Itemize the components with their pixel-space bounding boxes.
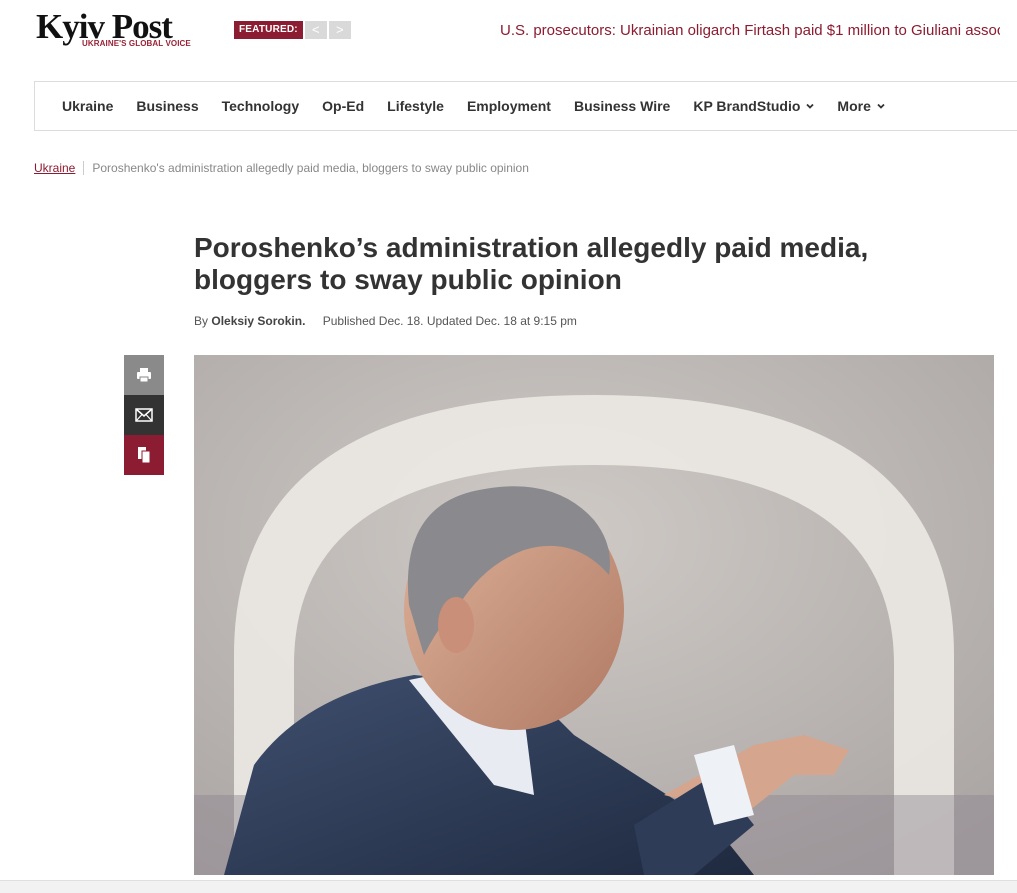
nav-item-technology[interactable]: Technology xyxy=(222,98,300,114)
byline: By Oleksiy Sorokin. Published Dec. 18. U… xyxy=(194,314,577,328)
featured-next-button[interactable]: > xyxy=(328,21,351,39)
publish-date: Published Dec. 18. Updated Dec. 18 at 9:… xyxy=(322,314,577,328)
window-bottom-edge xyxy=(0,880,1017,893)
nav-item-kp-brandstudio[interactable]: KP BrandStudio xyxy=(693,98,815,114)
byline-prefix: By xyxy=(194,314,209,328)
nav-item-label: KP BrandStudio xyxy=(693,98,801,114)
envelope-icon xyxy=(135,408,153,422)
nav-item-label: More xyxy=(837,98,871,114)
chevron-down-icon xyxy=(806,103,815,109)
nav-item-business[interactable]: Business xyxy=(136,98,198,114)
breadcrumb: Ukraine Poroshenko's administration alle… xyxy=(34,161,529,175)
photo-image xyxy=(194,355,994,875)
featured-headline-link[interactable]: U.S. prosecutors: Ukrainian oligarch Fir… xyxy=(500,20,1000,42)
nav-item-op-ed[interactable]: Op-Ed xyxy=(322,98,364,114)
logo-tagline: UKRAINE'S GLOBAL VOICE xyxy=(82,39,191,48)
print-icon xyxy=(137,368,151,383)
share-toolbar xyxy=(124,355,164,475)
breadcrumb-current: Poroshenko's administration allegedly pa… xyxy=(92,161,529,175)
nav-item-lifestyle[interactable]: Lifestyle xyxy=(387,98,444,114)
featured-prev-button[interactable]: < xyxy=(304,21,327,39)
featured-bar: FEATURED: < > xyxy=(234,21,351,39)
site-logo[interactable]: Kyiv Post UKRAINE'S GLOBAL VOICE xyxy=(36,9,201,50)
nav-item-business-wire[interactable]: Business Wire xyxy=(574,98,670,114)
article-photo xyxy=(194,355,994,875)
main-nav: Ukraine Business Technology Op-Ed Lifest… xyxy=(34,81,1017,131)
article-title: Poroshenko’s administration allegedly pa… xyxy=(194,232,869,295)
breadcrumb-divider xyxy=(83,161,85,175)
nav-item-more[interactable]: More xyxy=(837,98,885,114)
breadcrumb-section-link[interactable]: Ukraine xyxy=(34,161,75,175)
email-button[interactable] xyxy=(124,395,164,435)
print-button[interactable] xyxy=(124,355,164,395)
chevron-down-icon xyxy=(877,103,885,109)
nav-item-ukraine[interactable]: Ukraine xyxy=(62,98,113,114)
author-link[interactable]: Oleksiy Sorokin. xyxy=(211,314,305,328)
copy-button[interactable] xyxy=(124,435,164,475)
featured-label: FEATURED: xyxy=(234,21,303,39)
nav-item-employment[interactable]: Employment xyxy=(467,98,551,114)
copy-icon xyxy=(138,447,151,464)
